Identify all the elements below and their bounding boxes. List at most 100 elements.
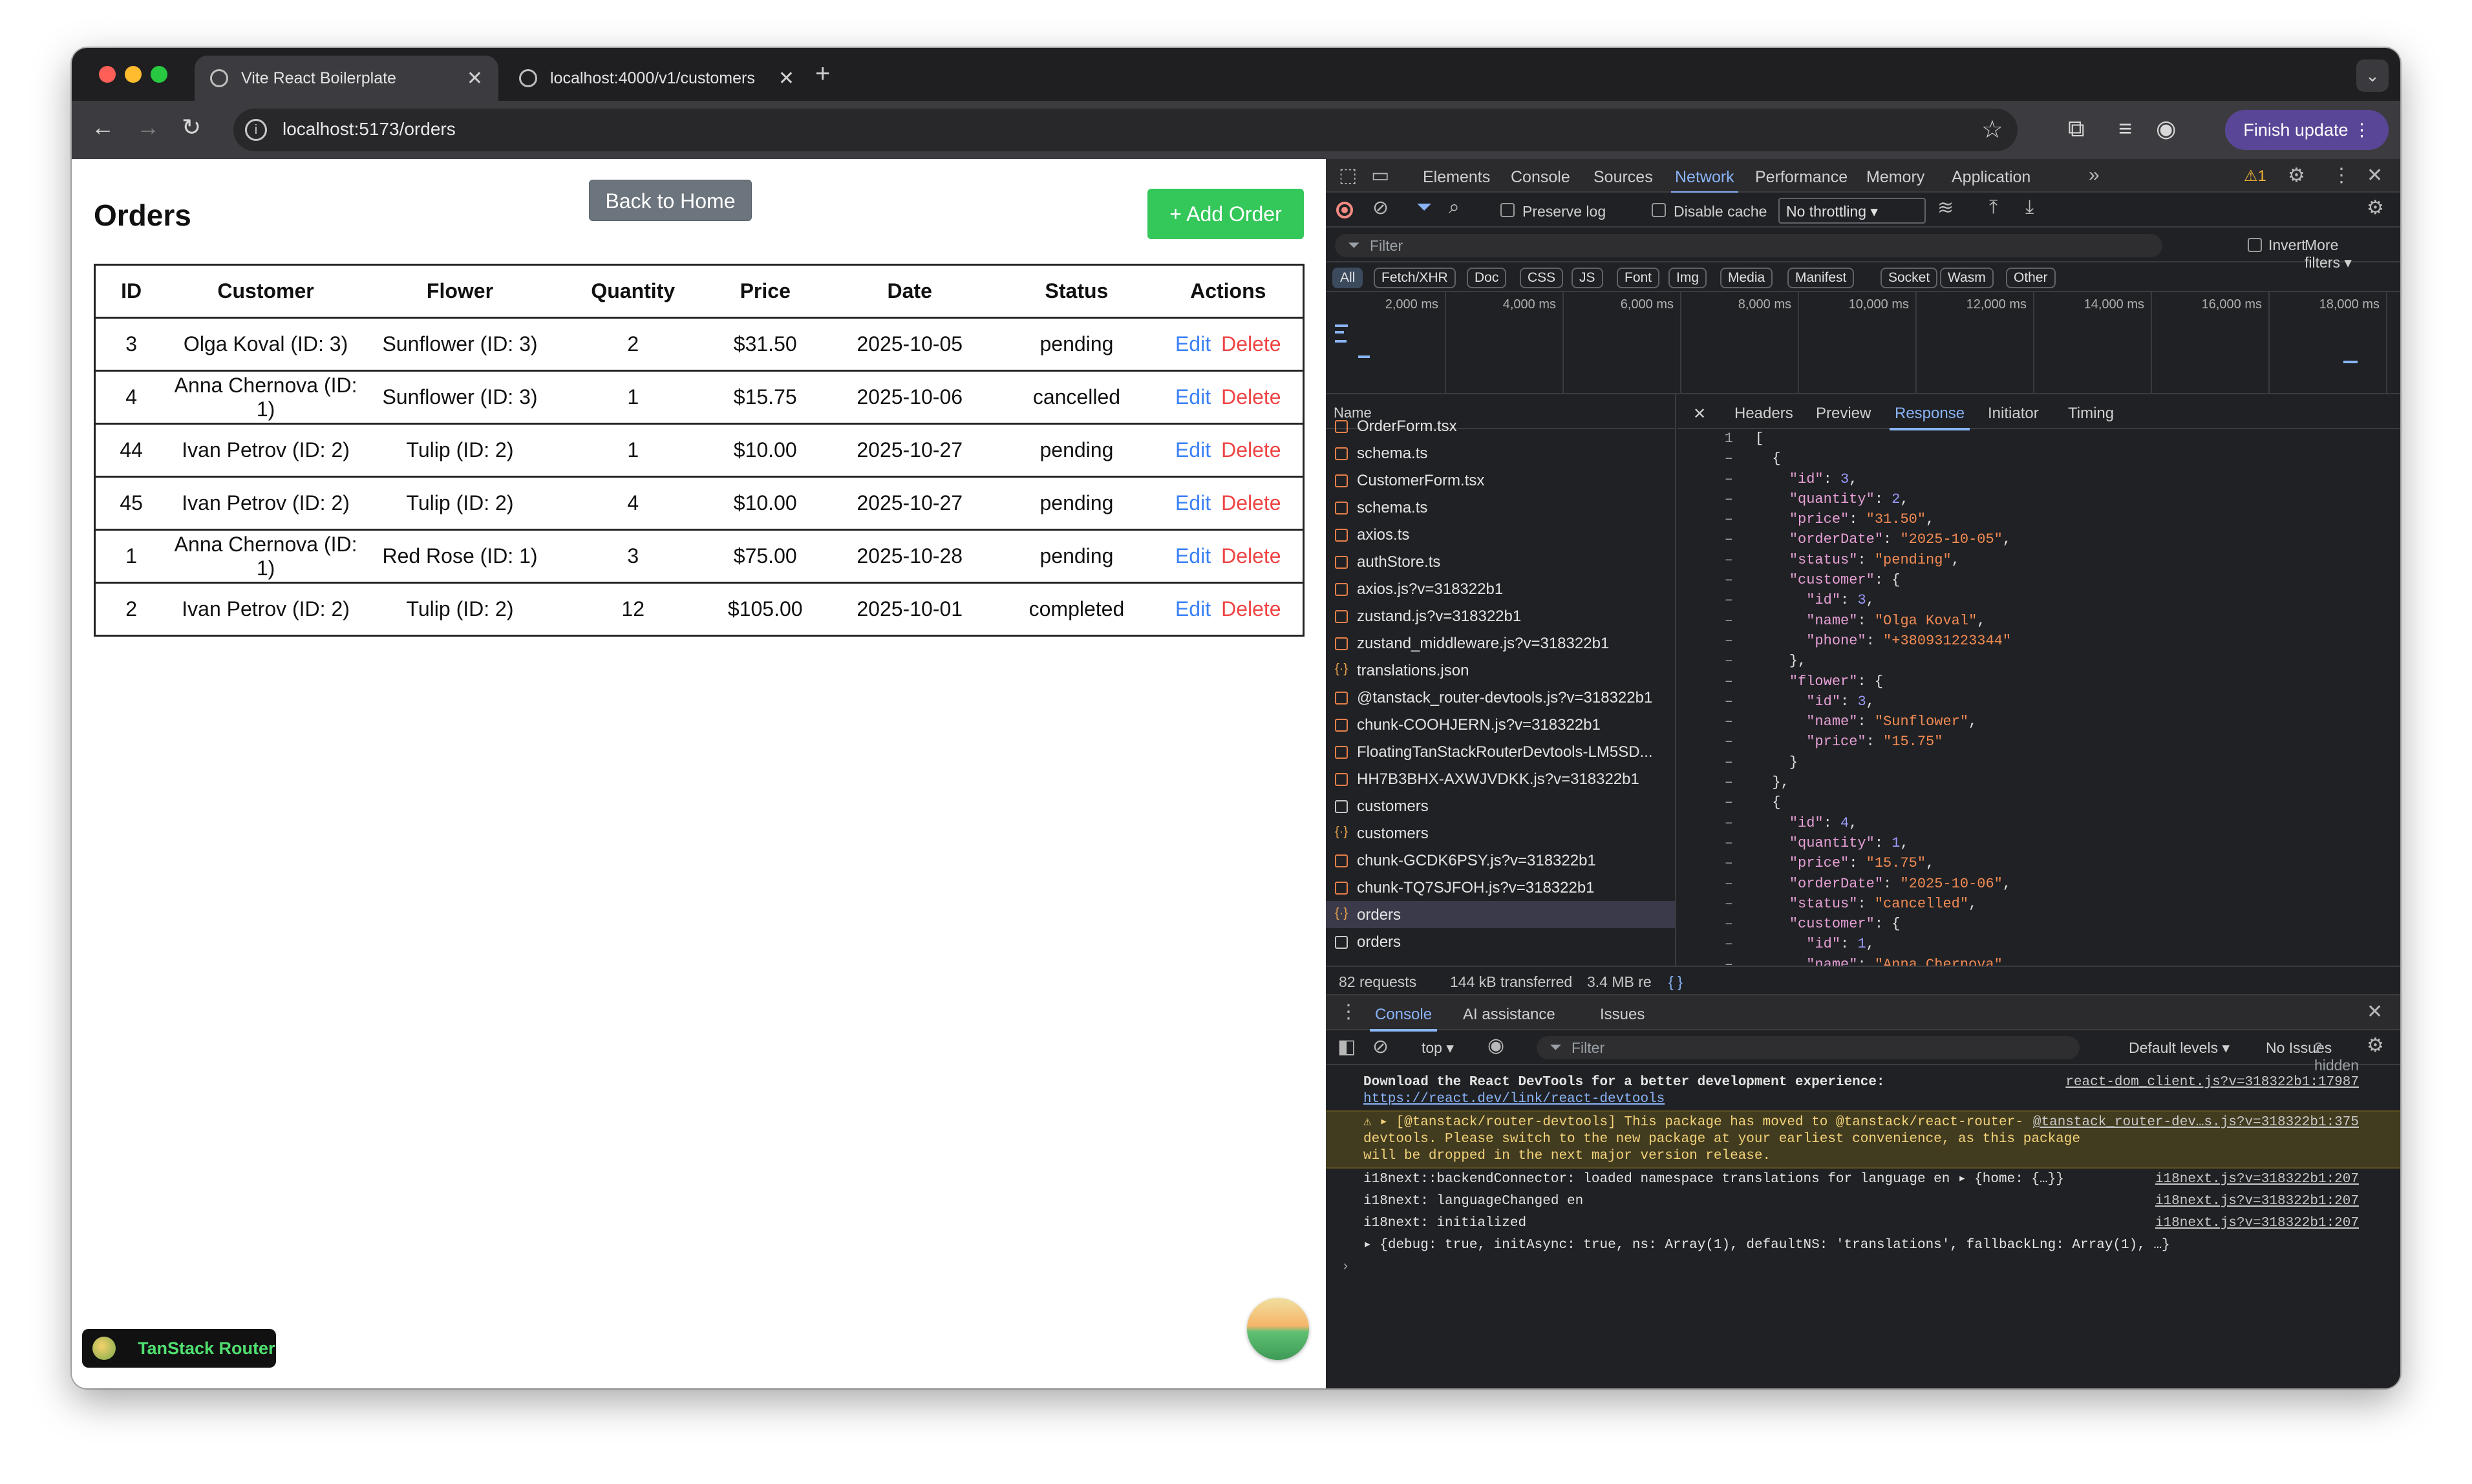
delete-link[interactable]: Delete [1221, 597, 1281, 620]
filter-chip-other[interactable]: Other [2006, 268, 2056, 288]
request-row[interactable]: FloatingTanStackRouterDevtools-LM5SD... [1326, 738, 1675, 765]
request-row[interactable]: HH7B3BHX-AXWJVDKK.js?v=318322b1 [1326, 765, 1675, 792]
maximize-window-button[interactable] [151, 66, 167, 83]
finish-update-button[interactable]: Finish update ⋮ [2225, 110, 2389, 150]
tab-customers[interactable]: localhost:4000/v1/customers ✕ [504, 56, 810, 101]
more-tabs-icon[interactable]: » [2089, 164, 2100, 186]
request-row[interactable]: customers [1326, 792, 1675, 820]
live-expression-eye-icon[interactable]: ◉ [1487, 1034, 1504, 1057]
filter-chip-media[interactable]: Media [1720, 268, 1773, 288]
message-source-link[interactable]: i18next.js?v=318322b1:207 [2155, 1193, 2359, 1210]
disable-cache-checkbox[interactable] [1652, 203, 1666, 217]
filter-chip-img[interactable]: Img [1668, 268, 1707, 288]
request-row[interactable]: axios.js?v=318322b1 [1326, 575, 1675, 602]
message-source-link[interactable]: i18next.js?v=318322b1:207 [2155, 1215, 2359, 1232]
devtools-docs-link[interactable]: https://react.dev/link/react-devtools [1363, 1092, 1665, 1107]
close-tab-icon[interactable]: ✕ [778, 67, 794, 90]
log-levels-select[interactable]: Default levels ▾ [2129, 1039, 2230, 1057]
add-order-button[interactable]: + Add Order [1147, 189, 1304, 239]
drawer-tab-ai-assistance[interactable]: AI assistance [1463, 1006, 1555, 1024]
settings-gear-icon[interactable]: ⚙ [2288, 164, 2305, 187]
request-row[interactable]: CustomerForm.tsx [1326, 467, 1675, 494]
tab-sources[interactable]: Sources [1593, 168, 1653, 187]
star-icon[interactable]: ☆ [1981, 115, 2003, 144]
edit-link[interactable]: Edit [1175, 438, 1211, 461]
tab-vite-react[interactable]: Vite React Boilerplate ✕ [195, 56, 498, 101]
network-conditions-icon[interactable]: ≋ [1937, 196, 1954, 219]
invert-checkbox[interactable] [2248, 238, 2262, 252]
forward-icon[interactable]: → [136, 114, 160, 141]
device-toolbar-icon[interactable]: ▭ [1371, 164, 1389, 187]
request-row[interactable]: OrderForm.tsx [1326, 412, 1675, 440]
record-icon[interactable] [1336, 202, 1353, 218]
request-row[interactable]: schema.ts [1326, 494, 1675, 521]
clear-console-icon[interactable]: ⊘ [1372, 1035, 1389, 1058]
search-icon[interactable]: ⌕ [1449, 196, 1460, 218]
message-source-link[interactable]: i18next.js?v=318322b1:207 [2155, 1171, 2359, 1188]
delete-link[interactable]: Delete [1221, 332, 1281, 355]
minimize-window-button[interactable] [125, 66, 142, 83]
pretty-print-button[interactable]: { } [1668, 973, 1683, 991]
profile-icon[interactable]: ◉ [2156, 115, 2176, 142]
drawer-menu-icon[interactable]: ⋮ [1339, 1001, 1358, 1023]
delete-link[interactable]: Delete [1221, 438, 1281, 461]
console-filter-input[interactable]: ⏷ Filter [1537, 1036, 2080, 1059]
console-settings-icon[interactable]: ⚙ [2367, 1034, 2384, 1057]
tab-performance[interactable]: Performance [1755, 168, 1848, 187]
request-row[interactable]: schema.ts [1326, 440, 1675, 467]
edit-link[interactable]: Edit [1175, 597, 1211, 620]
query-devtools-icon[interactable] [1247, 1298, 1309, 1360]
request-row[interactable]: axios.ts [1326, 521, 1675, 548]
inspect-element-icon[interactable]: ⬚ [1339, 164, 1357, 187]
tab-preview[interactable]: Preview [1816, 405, 1871, 423]
tab-memory[interactable]: Memory [1866, 168, 1924, 187]
reload-icon[interactable]: ↻ [182, 114, 201, 141]
request-row[interactable]: @tanstack_router-devtools.js?v=318322b1 [1326, 684, 1675, 711]
close-detail-icon[interactable]: ✕ [1693, 405, 1706, 423]
tab-console[interactable]: Console [1511, 168, 1570, 187]
export-har-icon[interactable]: ⤓ [2025, 196, 2034, 218]
edit-link[interactable]: Edit [1175, 491, 1211, 514]
delete-link[interactable]: Delete [1221, 491, 1281, 514]
filter-chip-wasm[interactable]: Wasm [1940, 268, 1994, 288]
tab-elements[interactable]: Elements [1423, 168, 1490, 187]
delete-link[interactable]: Delete [1221, 385, 1281, 408]
close-window-button[interactable] [99, 66, 116, 83]
warning-count-badge[interactable]: ⚠1 [2244, 167, 2266, 186]
tab-initiator[interactable]: Initiator [1988, 405, 2039, 423]
request-row[interactable]: chunk-GCDK6PSY.js?v=318322b1 [1326, 847, 1675, 874]
network-settings-icon[interactable]: ⚙ [2367, 196, 2384, 219]
response-body[interactable]: 1[– {– "id": 3, – "quantity": 2, – "price"… [1678, 430, 2400, 966]
edit-link[interactable]: Edit [1175, 332, 1211, 355]
info-icon[interactable]: i [245, 119, 267, 141]
filter-chip-fetchxhr[interactable]: Fetch/XHR [1374, 268, 1456, 288]
back-to-home-button[interactable]: Back to Home [589, 180, 752, 221]
tanstack-router-devtools-button[interactable]: TanStack Router [82, 1329, 276, 1368]
address-bar[interactable]: i localhost:5173/orders ☆ [233, 109, 2018, 151]
request-row[interactable]: authStore.ts [1326, 548, 1675, 575]
tab-response[interactable]: Response [1889, 405, 1970, 430]
extensions-icon[interactable]: ⧉ [2068, 115, 2085, 143]
tab-application[interactable]: Application [1952, 168, 2030, 187]
filter-chip-js[interactable]: JS [1572, 268, 1603, 288]
request-row[interactable]: chunk-TQ7SJFOH.js?v=318322b1 [1326, 874, 1675, 901]
message-source-link[interactable]: react-dom_client.js?v=318322b1:17987 [2065, 1074, 2359, 1091]
close-devtools-icon[interactable]: ✕ [2367, 164, 2383, 187]
import-har-icon[interactable]: ⤒ [1989, 196, 1998, 218]
tab-network[interactable]: Network [1671, 168, 1738, 194]
close-drawer-icon[interactable]: ✕ [2367, 1001, 2383, 1023]
drawer-tab-issues[interactable]: Issues [1600, 1006, 1645, 1024]
filter-chip-font[interactable]: Font [1617, 268, 1660, 288]
tab-search-button[interactable]: ⌄ [2356, 59, 2389, 92]
console-prompt[interactable]: › [1326, 1256, 2400, 1278]
tab-headers[interactable]: Headers [1734, 405, 1793, 423]
filter-chip-socket[interactable]: Socket [1881, 268, 1938, 288]
filter-chip-all[interactable]: All [1332, 268, 1363, 288]
filter-chip-css[interactable]: CSS [1520, 268, 1564, 288]
filter-chip-manifest[interactable]: Manifest [1787, 268, 1855, 288]
clear-icon[interactable]: ⊘ [1372, 196, 1389, 219]
delete-link[interactable]: Delete [1221, 544, 1281, 567]
new-tab-button[interactable]: + [815, 59, 830, 89]
request-row[interactable]: zustand.js?v=318322b1 [1326, 602, 1675, 630]
request-row[interactable]: zustand_middleware.js?v=318322b1 [1326, 630, 1675, 657]
